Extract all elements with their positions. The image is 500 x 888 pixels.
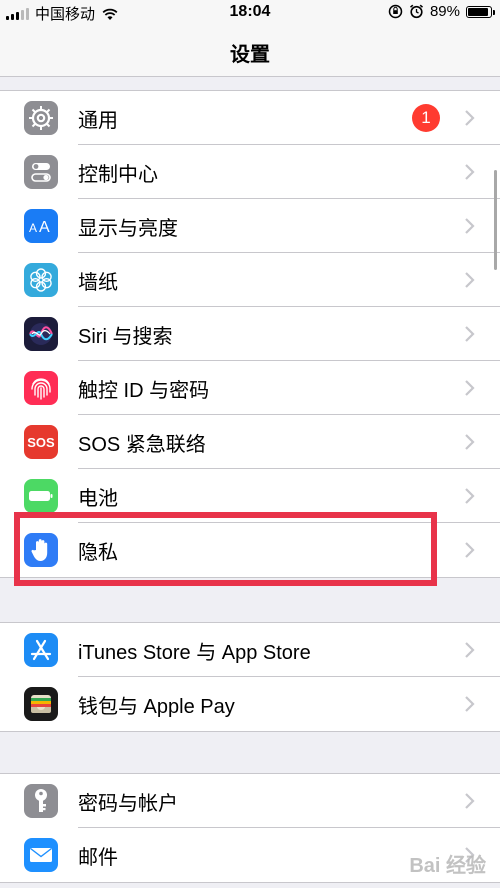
battery-fill: [468, 7, 488, 16]
battery-level-icon: [466, 5, 495, 18]
chevron-right-icon: [465, 696, 475, 712]
settings-row-label: 触控 ID 与密码: [78, 379, 210, 402]
settings-row-wallet[interactable]: 钱包与 Apple Pay: [0, 677, 500, 731]
battery-percentage: 89%: [429, 3, 460, 20]
chevron-right-icon: [465, 164, 475, 180]
navigation-bar: 设置: [0, 24, 500, 77]
sos-icon-text: SOS: [27, 434, 55, 450]
notification-badge: 1: [412, 104, 440, 132]
settings-row-label: 电池: [78, 487, 118, 510]
chevron-right-icon: [465, 488, 475, 504]
chevron-right-icon: [465, 326, 475, 342]
display-brightness-icon: A A: [24, 209, 58, 243]
settings-row-label: Siri 与搜索: [78, 325, 173, 348]
settings-row-label: 隐私: [78, 541, 118, 564]
settings-row-label: 钱包与 Apple Pay: [78, 695, 235, 718]
settings-row-general[interactable]: 通用 1: [0, 91, 500, 145]
alarm-icon: [409, 4, 423, 19]
settings-row-label: 邮件: [78, 846, 118, 869]
mail-icon: [24, 838, 58, 872]
battery-icon: [24, 479, 58, 513]
settings-row-control-center[interactable]: 控制中心: [0, 145, 500, 199]
chevron-right-icon: [465, 434, 475, 450]
settings-row-touch-id[interactable]: 触控 ID 与密码: [0, 361, 500, 415]
control-center-icon: [24, 155, 58, 189]
settings-row-privacy[interactable]: 隐私: [0, 523, 500, 577]
fingerprint-icon: [24, 371, 58, 405]
settings-row-wallpaper[interactable]: 墙纸: [0, 253, 500, 307]
status-bar: 中国移动 18:04 89%: [0, 0, 500, 24]
settings-row-label: 密码与帐户: [78, 792, 178, 815]
sos-icon: SOS: [24, 425, 58, 459]
chevron-right-icon: [465, 110, 475, 126]
page-title: 设置: [230, 44, 270, 66]
rotation-lock-icon: [388, 4, 403, 19]
siri-icon: [24, 317, 58, 351]
settings-group-2: iTunes Store 与 App Store 钱包与 Apple Pay: [0, 622, 500, 732]
settings-row-label: 通用: [78, 109, 118, 132]
settings-group-1: 通用 1 控制中心 A A 显示与亮度 墙纸 Siri 与搜索 触控 ID 与密…: [0, 90, 500, 578]
wallpaper-icon: [24, 263, 58, 297]
chevron-right-icon: [465, 542, 475, 558]
settings-row-label: SOS 紧急联络: [78, 433, 206, 456]
chevron-right-icon: [465, 380, 475, 396]
chevron-right-icon: [465, 218, 475, 234]
app-store-icon: [24, 633, 58, 667]
settings-row-label: 墙纸: [78, 271, 118, 294]
watermark-logo: Bai 经验: [409, 855, 486, 877]
settings-row-sos[interactable]: SOS SOS 紧急联络: [0, 415, 500, 469]
wallet-icon: [24, 687, 58, 721]
status-right: 89%: [388, 3, 495, 20]
chevron-right-icon: [465, 272, 475, 288]
privacy-hand-icon: [24, 533, 58, 567]
gear-icon: [24, 101, 58, 135]
key-icon: [24, 784, 58, 818]
settings-row-label: 控制中心: [78, 163, 158, 186]
scrollbar[interactable]: [494, 170, 497, 270]
svg-text:A: A: [29, 221, 37, 235]
settings-row-passwords-accounts[interactable]: 密码与帐户: [0, 774, 500, 828]
settings-row-battery[interactable]: 电池: [0, 469, 500, 523]
settings-row-display[interactable]: A A 显示与亮度: [0, 199, 500, 253]
settings-row-siri[interactable]: Siri 与搜索: [0, 307, 500, 361]
settings-row-label: iTunes Store 与 App Store: [78, 641, 311, 664]
chevron-right-icon: [465, 642, 475, 658]
chevron-right-icon: [465, 793, 475, 809]
settings-row-app-store[interactable]: iTunes Store 与 App Store: [0, 623, 500, 677]
settings-row-label: 显示与亮度: [78, 217, 178, 240]
svg-text:A: A: [39, 219, 50, 236]
